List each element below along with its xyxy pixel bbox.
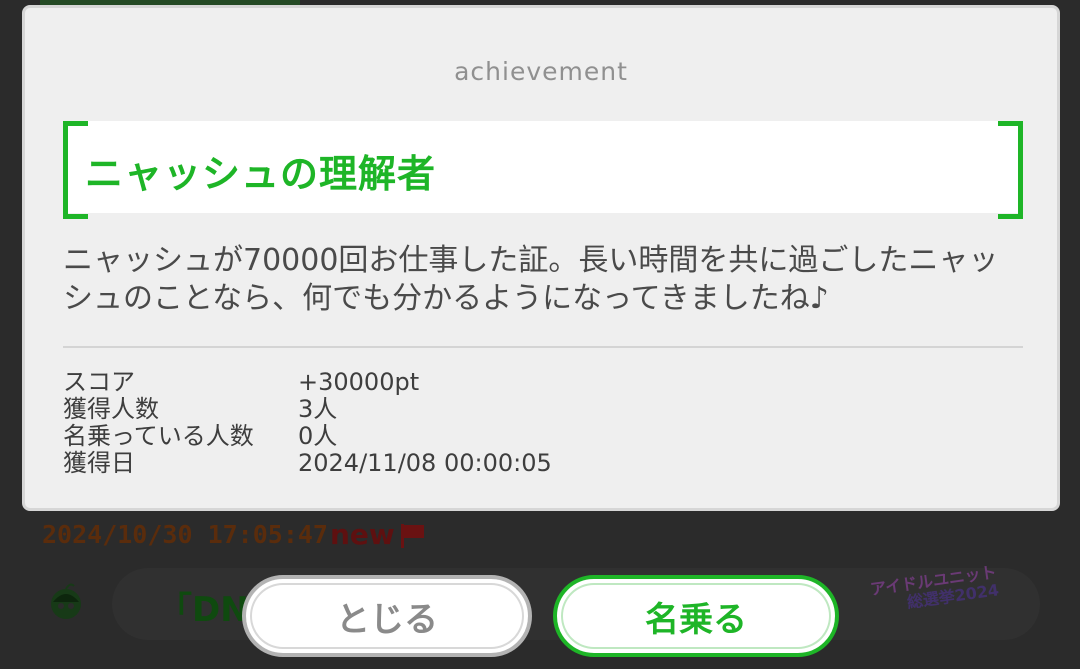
flag-icon [399, 522, 425, 548]
stat-value: 2024/11/08 00:00:05 [298, 449, 552, 477]
stat-row-acquired-count: 獲得人数 3人 [63, 396, 552, 423]
achievement-title-box: ニャッシュの理解者 [63, 121, 1023, 219]
stat-row-using-count: 名乗っている人数 0人 [63, 423, 552, 450]
stat-label: 獲得日 [63, 449, 135, 477]
stat-row-score: スコア +30000pt [63, 369, 552, 396]
stat-label: 名乗っている人数 [63, 422, 254, 450]
stat-label: スコア [63, 368, 135, 396]
achievement-stats: スコア +30000pt 獲得人数 3人 名乗っている人数 0人 獲得日 202… [63, 369, 552, 477]
right-bracket-decoration [998, 121, 1023, 219]
stat-value: 0人 [298, 422, 338, 450]
close-button[interactable]: とじる [242, 575, 532, 657]
divider [63, 346, 1023, 348]
background-timestamp: 2024/10/30 17:05:47 [42, 520, 328, 549]
avatar-icon [51, 583, 81, 619]
new-badge-label: new [330, 518, 395, 551]
stat-value: +30000pt [298, 368, 420, 396]
dialog-category-label: achievement [454, 57, 628, 86]
stat-value: 3人 [298, 395, 338, 423]
background-new-badge: new [330, 518, 425, 551]
achievement-description: ニャッシュが70000回お仕事した証。長い時間を共に過ごしたニャッシュのことなら… [63, 243, 999, 316]
achievement-dialog: achievement ニャッシュの理解者 ニャッシュが70000回お仕事した証… [22, 5, 1060, 511]
use-title-button[interactable]: 名乗る [553, 575, 839, 657]
stat-row-acquired-date: 獲得日 2024/11/08 00:00:05 [63, 450, 552, 477]
achievement-title: ニャッシュの理解者 [85, 152, 437, 196]
stat-label: 獲得人数 [63, 395, 159, 423]
